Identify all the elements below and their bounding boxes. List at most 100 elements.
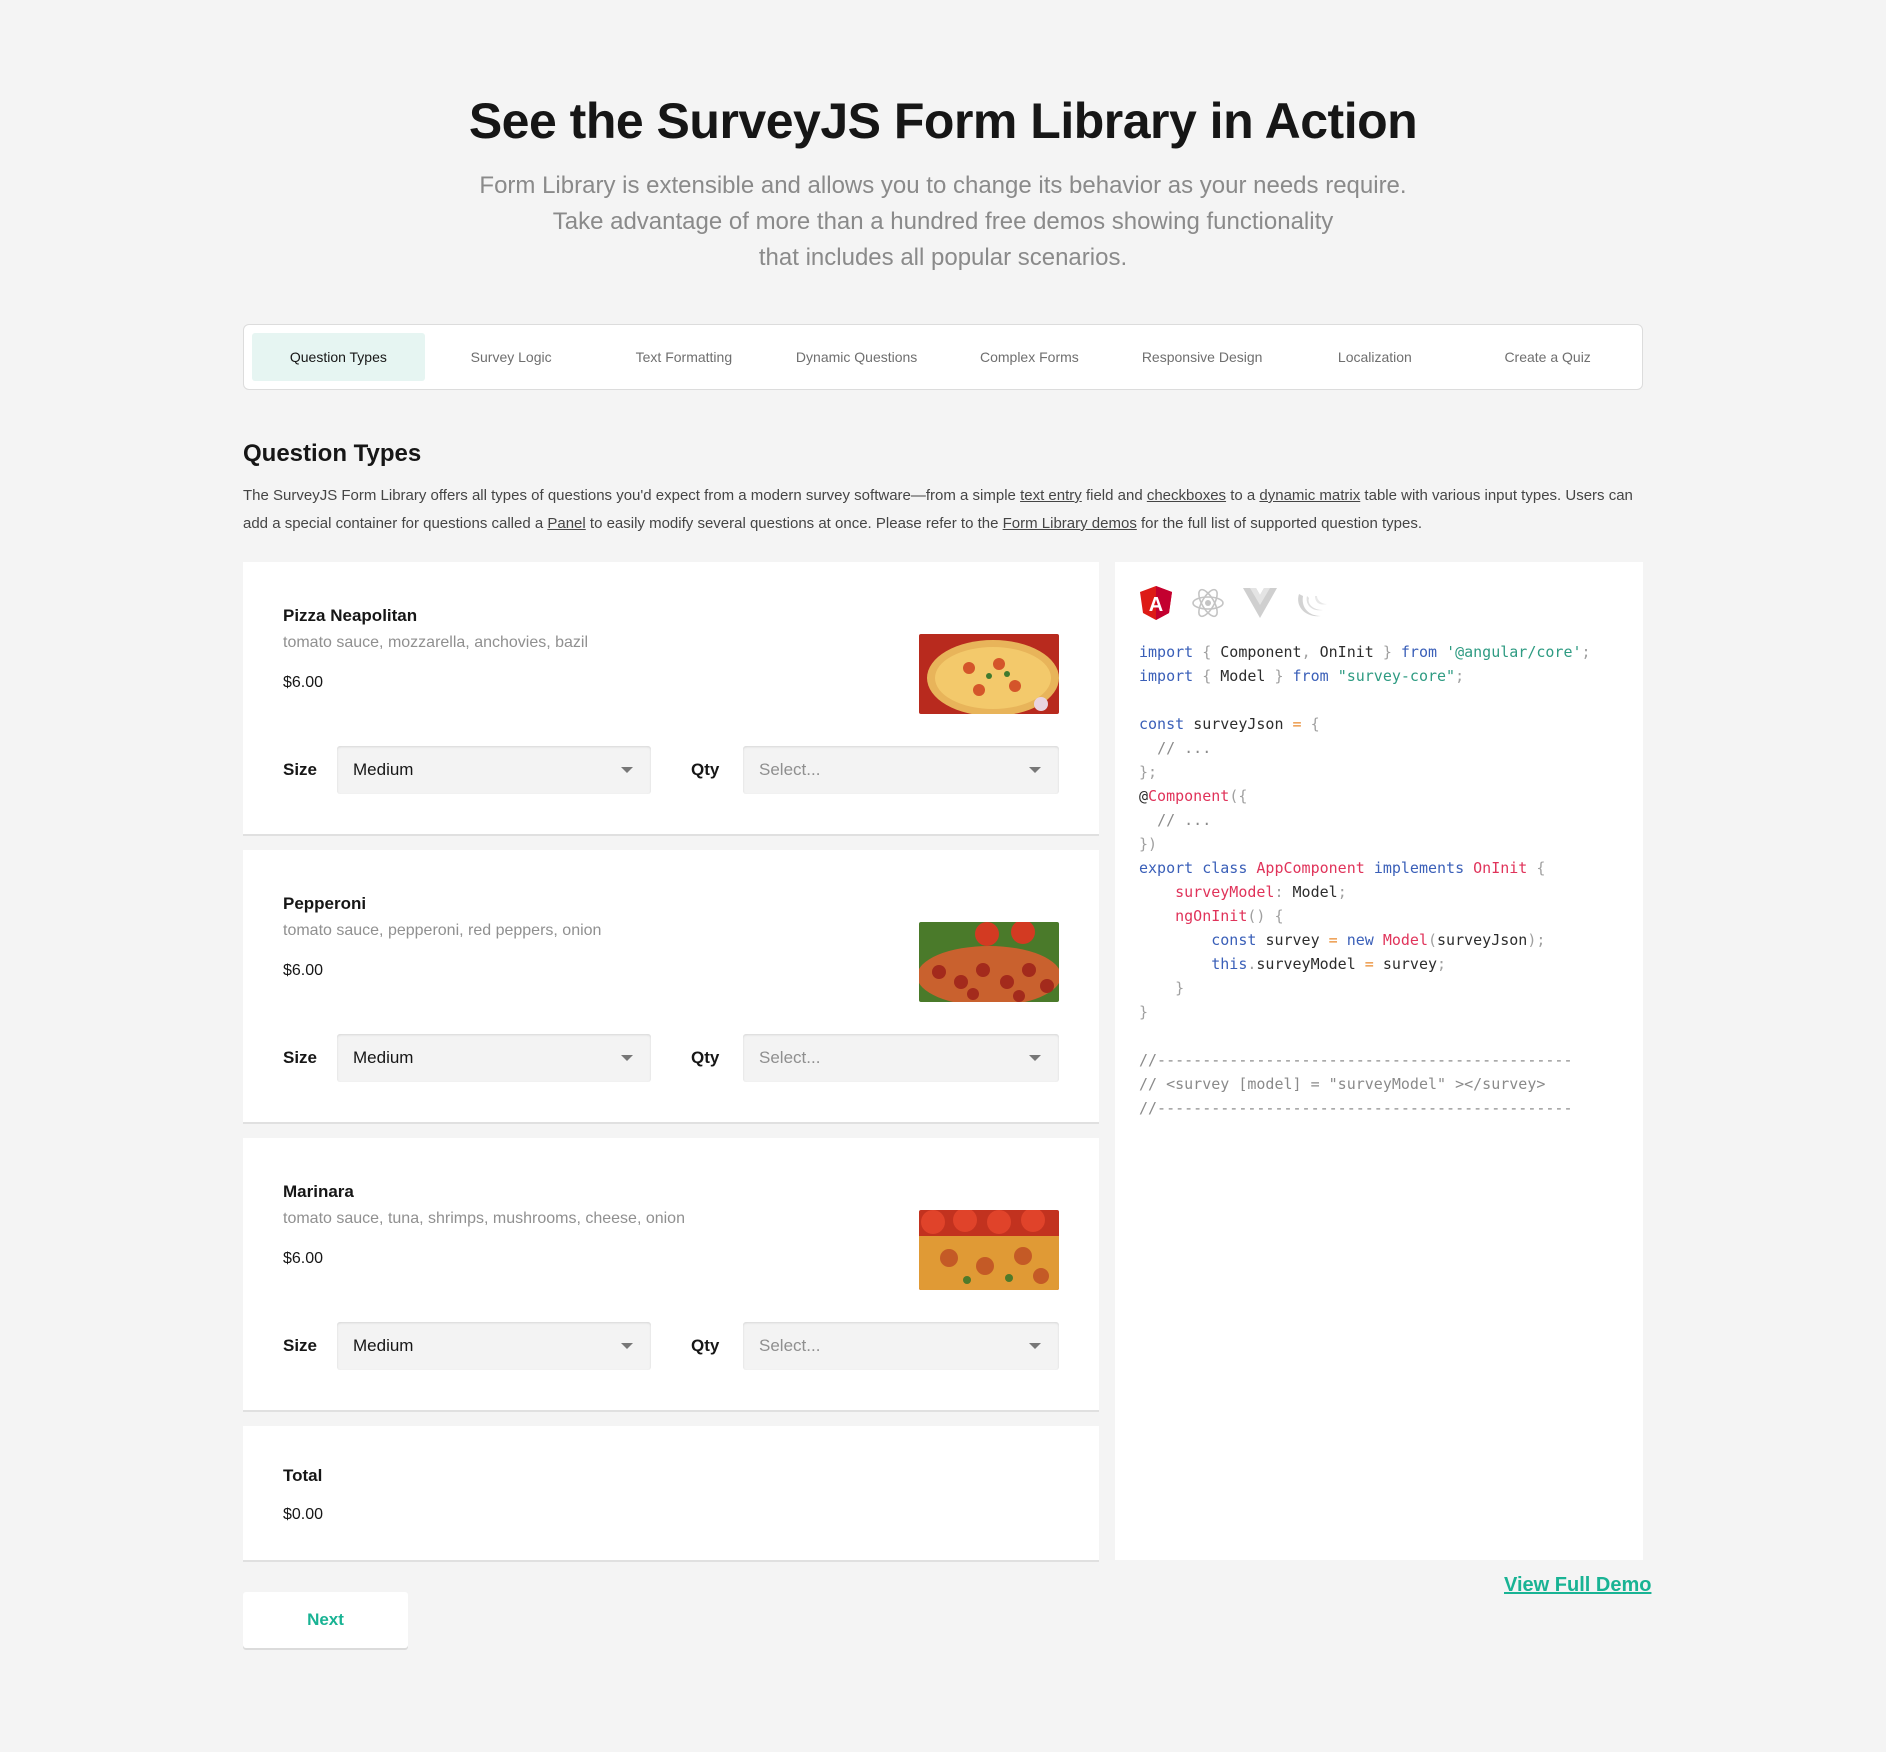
tab-responsive-design[interactable]: Responsive Design [1116, 333, 1289, 381]
code-token: Component [1148, 787, 1230, 805]
size-dropdown[interactable]: Medium [337, 1034, 651, 1082]
code-token: Component [1220, 643, 1302, 661]
code-token: surveyJson [1437, 931, 1528, 949]
next-button[interactable]: Next [243, 1592, 408, 1648]
subtitle-line: that includes all popular scenarios. [758, 244, 1128, 271]
desc-text: The SurveyJS Form Library offers all typ… [243, 487, 1021, 504]
code-token: import [1139, 643, 1194, 661]
demo-tabs: Question Types Survey Logic Text Formatt… [243, 324, 1643, 390]
code-token: surveyJson [1193, 715, 1284, 733]
item-description: tomato sauce, mozzarella, anchovies, baz… [283, 634, 589, 651]
framework-switcher: A [1139, 586, 1329, 620]
size-label: Size [283, 1048, 318, 1067]
tab-create-a-quiz[interactable]: Create a Quiz [1461, 333, 1634, 381]
code-token: // ... [1157, 811, 1212, 829]
menu-item-card: Pizza Neapolitan tomato sauce, mozzarell… [243, 562, 1099, 834]
code-token: const [1211, 931, 1257, 949]
menu-item-card: Marinara tomato sauce, tuna, shrimps, mu… [243, 1138, 1099, 1410]
jquery-icon[interactable] [1295, 586, 1329, 620]
qty-placeholder: Select... [759, 1336, 821, 1355]
link-dynamic-matrix[interactable]: dynamic matrix [1259, 487, 1360, 504]
code-token: survey [1265, 931, 1320, 949]
code-token: '@angular/core' [1446, 643, 1582, 661]
subtitle-line: Take advantage of more than a hundred fr… [552, 208, 1334, 235]
svg-text:A: A [1149, 594, 1163, 616]
vue-icon[interactable] [1243, 586, 1277, 620]
section-title: Question Types [243, 440, 422, 467]
code-token: from [1400, 643, 1438, 661]
qty-label: Qty [691, 1048, 720, 1067]
tab-localization[interactable]: Localization [1289, 333, 1462, 381]
qty-dropdown[interactable]: Select... [743, 746, 1059, 794]
chevron-down-icon [1029, 1343, 1041, 1349]
qty-dropdown[interactable]: Select... [743, 1034, 1059, 1082]
react-icon[interactable] [1191, 586, 1225, 620]
item-price: $6.00 [283, 962, 324, 979]
link-form-library-demos[interactable]: Form Library demos [1003, 515, 1137, 532]
code-token: new [1346, 931, 1374, 949]
total-label: Total [283, 1466, 323, 1485]
size-dropdown[interactable]: Medium [337, 746, 651, 794]
tab-survey-logic[interactable]: Survey Logic [425, 333, 598, 381]
desc-text: to easily modify several questions at on… [585, 515, 1003, 532]
code-token: this [1211, 955, 1248, 973]
tab-complex-forms[interactable]: Complex Forms [943, 333, 1116, 381]
qty-placeholder: Select... [759, 1048, 821, 1067]
subtitle-line: Form Library is extensible and allows yo… [479, 172, 1407, 199]
pizza-image [919, 1210, 1059, 1290]
link-checkboxes[interactable]: checkboxes [1147, 487, 1226, 504]
qty-label: Qty [691, 1336, 720, 1355]
code-token: survey [1382, 955, 1438, 973]
size-value: Medium [353, 1048, 414, 1067]
code-token: OnInit [1473, 859, 1528, 877]
pizza-image [919, 634, 1059, 714]
code-token: surveyModel [1256, 955, 1356, 973]
size-label: Size [283, 1336, 318, 1355]
size-value: Medium [353, 1336, 414, 1355]
view-full-demo-link[interactable]: View Full Demo [1504, 1574, 1651, 1597]
chevron-down-icon [1029, 767, 1041, 773]
chevron-down-icon [621, 1055, 633, 1061]
item-name: Pizza Neapolitan [283, 606, 418, 625]
size-value: Medium [353, 760, 414, 779]
total-value: $0.00 [283, 1506, 324, 1523]
code-token: AppComponent [1256, 859, 1365, 877]
item-name: Pepperoni [283, 894, 367, 913]
size-label: Size [283, 760, 318, 779]
total-card: Total $0.00 [243, 1426, 1099, 1560]
item-description: tomato sauce, tuna, shrimps, mushrooms, … [283, 1210, 685, 1227]
code-token: ngOnInit [1175, 907, 1248, 925]
page: See the SurveyJS Form Library in Action … [0, 0, 1886, 1752]
code-token: Model [1382, 931, 1428, 949]
code-token: Model [1220, 667, 1266, 685]
section-description: The SurveyJS Form Library offers all typ… [243, 482, 1643, 538]
code-token: Model [1292, 883, 1338, 901]
code-token: from [1292, 667, 1329, 685]
tab-question-types[interactable]: Question Types [252, 333, 425, 381]
code-snippet: import { Component, OnInit } from '@angu… [1139, 643, 1591, 1117]
chevron-down-icon [621, 767, 633, 773]
qty-dropdown[interactable]: Select... [743, 1322, 1059, 1370]
page-subtitle: Form Library is extensible and allows yo… [0, 168, 1886, 276]
link-text-entry[interactable]: text entry [1020, 487, 1082, 504]
desc-text: to a [1226, 487, 1260, 504]
code-token: import [1139, 667, 1194, 685]
tab-dynamic-questions[interactable]: Dynamic Questions [770, 333, 943, 381]
code-comment: //--------------------------------------… [1139, 1051, 1573, 1069]
link-panel[interactable]: Panel [547, 515, 585, 532]
size-dropdown[interactable]: Medium [337, 1322, 651, 1370]
code-token: surveyModel [1175, 883, 1275, 901]
tab-text-formatting[interactable]: Text Formatting [598, 333, 771, 381]
qty-label: Qty [691, 760, 720, 779]
angular-icon[interactable]: A [1139, 586, 1173, 620]
desc-text: for the full list of supported question … [1136, 515, 1422, 532]
menu-item-card: Pepperoni tomato sauce, pepperoni, red p… [243, 850, 1099, 1122]
pizza-image [919, 922, 1059, 1002]
item-price: $6.00 [283, 674, 324, 691]
code-token: OnInit [1319, 643, 1374, 661]
code-token: "survey-core" [1337, 667, 1456, 685]
chevron-down-icon [621, 1343, 633, 1349]
code-token: export [1139, 859, 1194, 877]
item-price: $6.00 [283, 1250, 324, 1267]
code-panel: A import {Component, OnInit} from '@an… [1115, 562, 1643, 1560]
